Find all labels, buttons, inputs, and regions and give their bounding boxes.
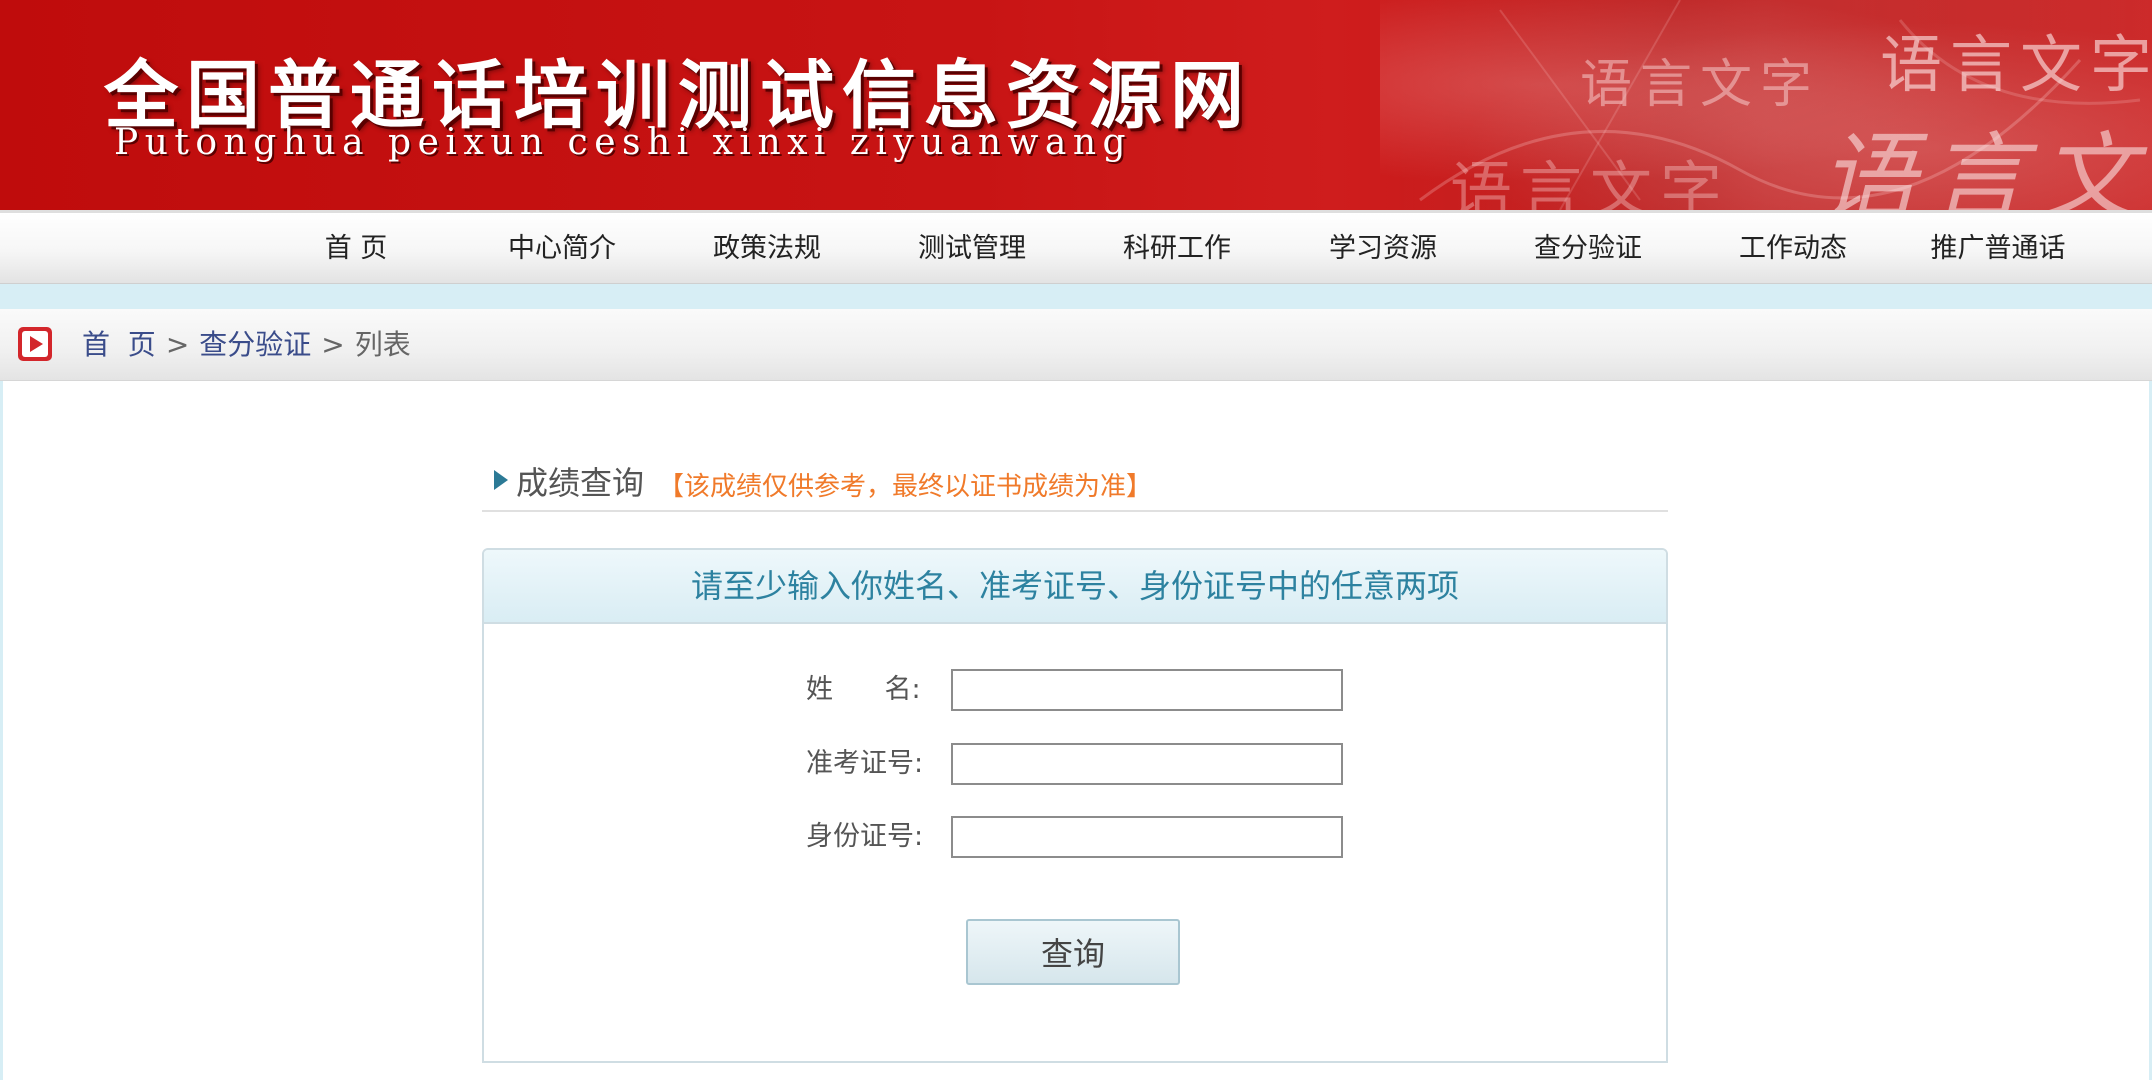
banner-deco-text: 语言文字 [1880,28,2152,101]
nav-item-promote-putonghua[interactable]: 推广普通话 [1931,213,2066,285]
breadcrumb-separator: > [165,328,190,361]
name-input[interactable] [951,669,1343,711]
nav-item-news[interactable]: 工作动态 [1739,213,1847,285]
section-disclaimer: 【该成绩仅供参考，最终以证书成绩为准】 [658,472,1153,502]
play-icon [18,327,52,361]
section-header: 成绩查询 【该成绩仅供参考，最终以证书成绩为准】 [482,456,1668,512]
form-instruction: 请至少输入你姓名、准考证号、身份证号中的任意两项 [484,550,1666,624]
nav-item-research[interactable]: 科研工作 [1123,213,1231,285]
nav-item-test-management[interactable]: 测试管理 [918,213,1026,285]
breadcrumb-section-link[interactable]: 查分验证 [199,328,311,361]
site-banner: 语言文字 语言文字 语言文字 语言文字 全国普通话培训测试信息资源网 Puton… [0,0,2152,210]
ticket-number-label: 准考证号: [806,748,924,779]
banner-calligraphy-decoration: 语言文字 语言文字 语言文字 语言文字 [1380,0,2152,210]
breadcrumb-home-link[interactable]: 首 页 [82,328,156,361]
nav-item-policy[interactable]: 政策法规 [713,213,821,285]
banner-deco-text: 语言文字 [1820,122,2152,210]
breadcrumb: 首 页 > 查分验证 > 列表 [82,309,411,381]
main-nav: 首 页 中心简介 政策法规 测试管理 科研工作 学习资源 查分验证 工作动态 推… [0,210,2152,284]
breadcrumb-current: 列表 [354,328,411,361]
banner-deco-text: 语言文字 [1580,55,1821,115]
nav-item-about[interactable]: 中心简介 [508,213,616,285]
nav-item-home[interactable]: 首 页 [325,213,388,285]
nav-item-learning-resources[interactable]: 学习资源 [1329,213,1437,285]
name-label: 姓 名: [806,674,921,705]
ticket-number-input[interactable] [951,743,1343,785]
nav-item-score-check[interactable]: 查分验证 [1534,213,1642,285]
site-pinyin-subtitle: Putonghua peixun ceshi xinxi ziyuanwang [114,122,1133,163]
breadcrumb-separator: > [321,328,345,361]
section-title: 成绩查询 [516,464,645,502]
score-query-form: 请至少输入你姓名、准考证号、身份证号中的任意两项 [482,548,1668,1063]
divider-strip [0,284,2152,309]
query-button[interactable]: 查询 [966,919,1180,985]
id-number-label: 身份证号: [806,821,924,852]
id-number-input[interactable] [951,816,1343,858]
triangle-right-icon [494,470,508,490]
breadcrumb-bar: 首 页 > 查分验证 > 列表 [0,309,2152,381]
banner-deco-text: 语言文字 [1450,154,1731,210]
